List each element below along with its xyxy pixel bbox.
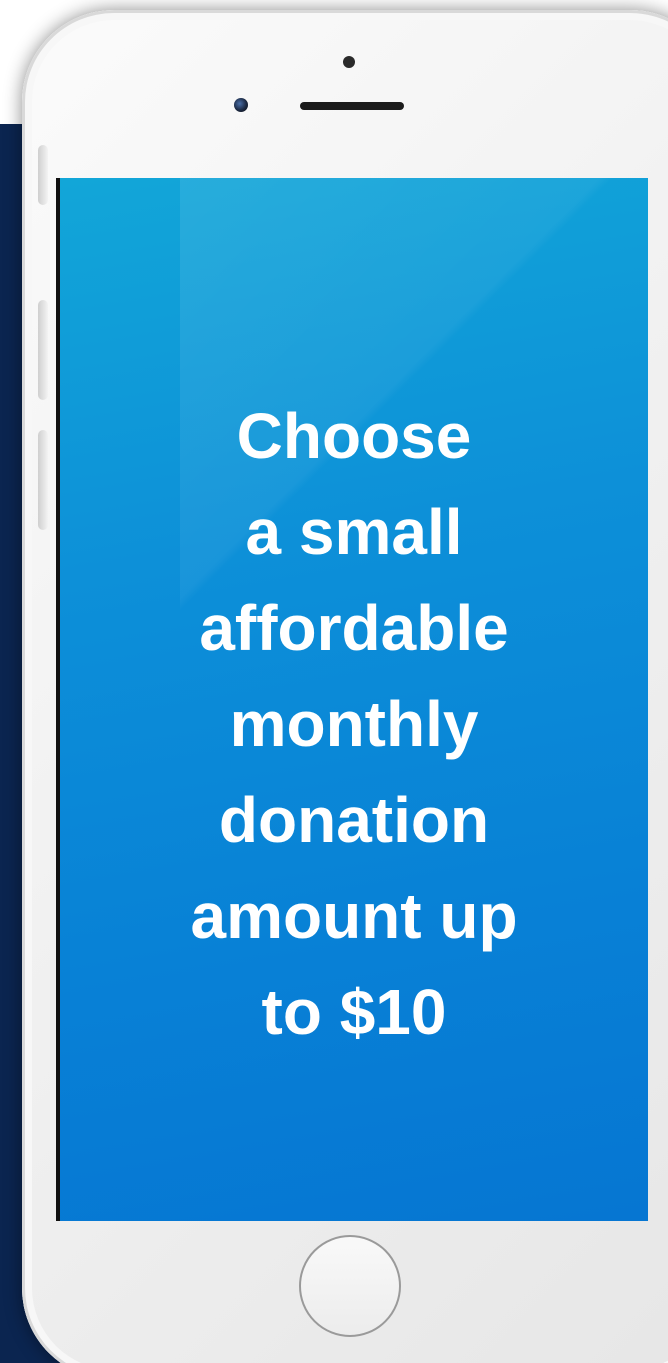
volume-down-button-icon: [38, 430, 48, 530]
speaker-icon: [300, 102, 404, 110]
message-line: to $10: [261, 976, 447, 1048]
phone-screen: Choose a small affordable monthly donati…: [60, 178, 648, 1221]
message-line: affordable: [199, 592, 509, 664]
donation-message: Choose a small affordable monthly donati…: [94, 388, 614, 1060]
message-line: a small: [245, 496, 463, 568]
message-line: Choose: [236, 400, 472, 472]
mute-switch-icon: [38, 145, 48, 205]
message-line: monthly: [229, 688, 479, 760]
message-line: amount up: [190, 880, 518, 952]
sensor-icon: [343, 56, 355, 68]
message-line: donation: [218, 784, 490, 856]
stage: Choose a small affordable monthly donati…: [0, 0, 668, 1363]
front-camera-icon: [234, 98, 248, 112]
home-button-icon[interactable]: [299, 1235, 401, 1337]
volume-up-button-icon: [38, 300, 48, 400]
